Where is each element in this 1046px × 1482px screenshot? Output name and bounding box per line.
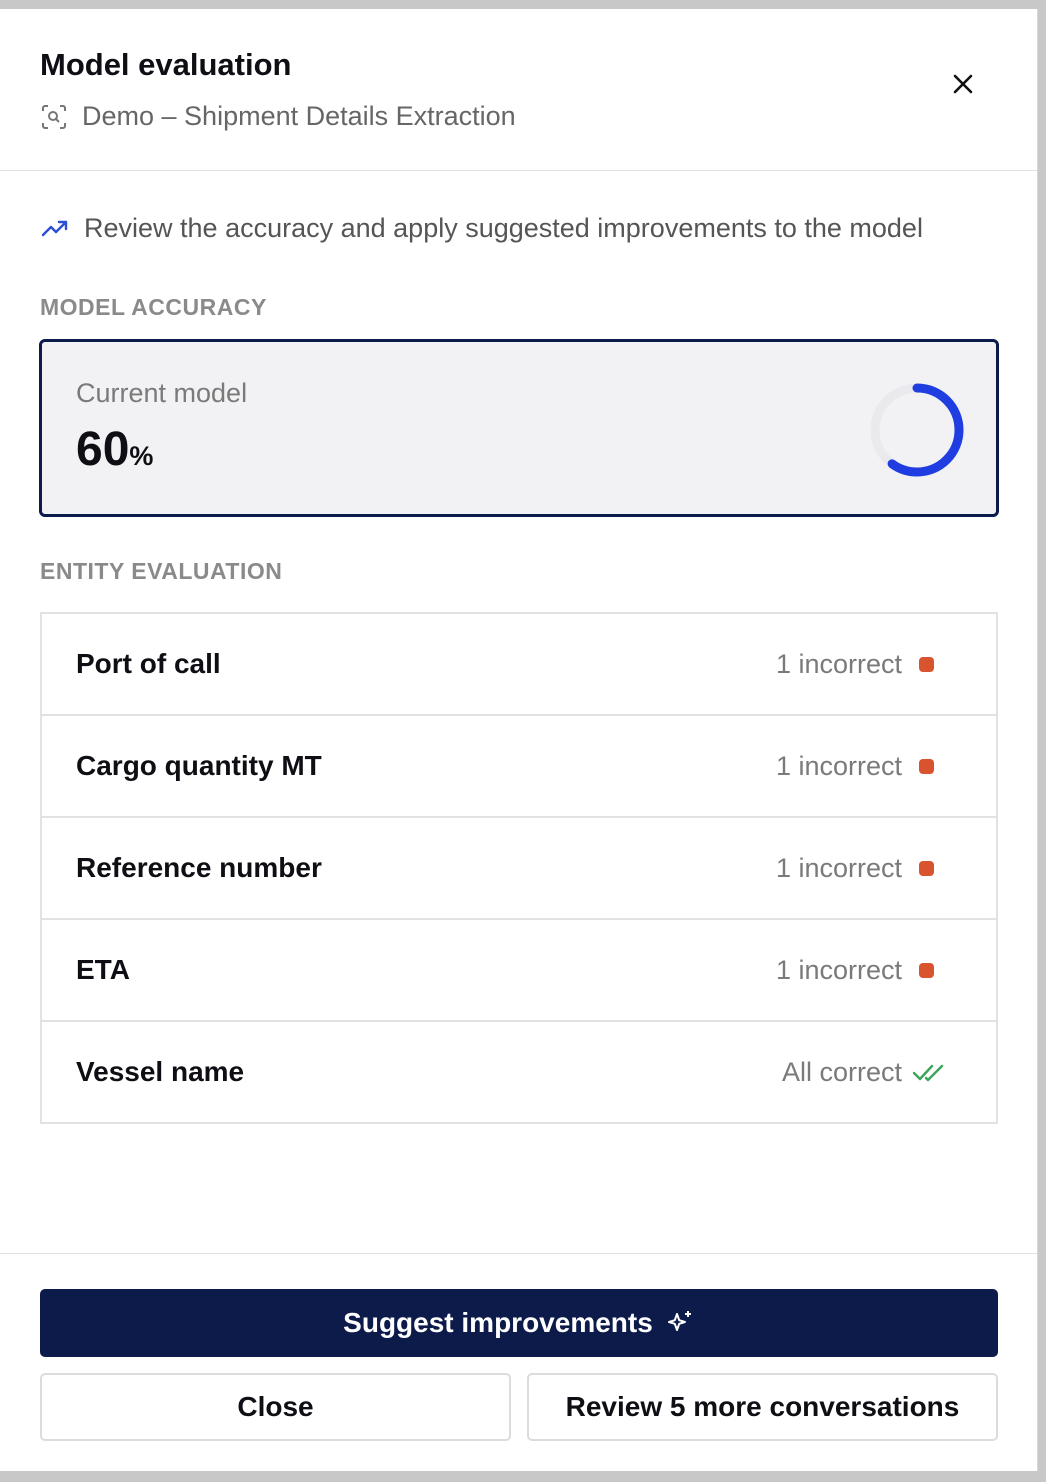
incorrect-status-dot: [919, 861, 934, 876]
close-button[interactable]: Close: [40, 1373, 511, 1441]
entity-status: 1 incorrect: [775, 751, 902, 781]
scan-search-icon: [42, 104, 66, 129]
entity-name: Vessel name: [76, 1056, 245, 1087]
entity-status: All correct: [781, 1057, 902, 1087]
panel-header: Model evaluation Demo – Shipment Details…: [0, 9, 1037, 171]
current-model-caption: Current model: [76, 378, 248, 408]
entity-evaluation-table: Port of call 1 incorrect Cargo quantity MT…: [40, 612, 998, 1124]
accuracy-progress-ring: [870, 383, 964, 477]
tip-text: Review the accuracy and apply suggested …: [84, 213, 923, 243]
current-model-card[interactable]: Current model 60%: [39, 339, 999, 517]
entity-name: Cargo quantity MT: [76, 750, 322, 781]
suggest-improvements-button[interactable]: Suggest improvements: [40, 1289, 998, 1357]
accuracy-value: 60%: [76, 422, 153, 477]
entity-row[interactable]: Vessel name All correct: [42, 1022, 996, 1122]
entity-status: 1 incorrect: [775, 955, 902, 985]
close-icon[interactable]: [946, 67, 980, 101]
model-evaluation-panel: Model evaluation Demo – Shipment Details…: [0, 9, 1038, 1471]
entity-row[interactable]: Reference number 1 incorrect: [42, 818, 996, 920]
entity-name: ETA: [76, 954, 130, 985]
incorrect-status-dot: [919, 657, 934, 672]
entity-row[interactable]: Port of call 1 incorrect: [42, 614, 996, 716]
entity-status: 1 incorrect: [775, 649, 902, 679]
review-more-button[interactable]: Review 5 more conversations: [527, 1373, 998, 1441]
suggest-improvements-label: Suggest improvements: [343, 1307, 653, 1338]
entity-evaluation-label: ENTITY EVALUATION: [40, 558, 283, 584]
info-tip: Review the accuracy and apply suggested …: [40, 213, 923, 244]
incorrect-status-dot: [919, 963, 934, 978]
sparkles-icon: [667, 1311, 691, 1331]
model-accuracy-label: MODEL ACCURACY: [40, 294, 267, 320]
accuracy-number: 60: [76, 423, 130, 476]
entity-name: Port of call: [76, 648, 221, 679]
trending-up-icon: [41, 220, 68, 236]
entity-status: 1 incorrect: [775, 853, 902, 883]
accuracy-unit: %: [129, 441, 154, 471]
entity-row[interactable]: ETA 1 incorrect: [42, 920, 996, 1022]
entity-row[interactable]: Cargo quantity MT 1 incorrect: [42, 716, 996, 818]
page-title: Model evaluation: [40, 47, 292, 82]
incorrect-status-dot: [919, 759, 934, 774]
entity-name: Reference number: [76, 852, 322, 883]
double-check-icon: [912, 1064, 944, 1082]
panel-footer: Suggest improvements Close Review 5 more…: [0, 1253, 1037, 1471]
subtitle: Demo – Shipment Details Extraction: [40, 101, 516, 132]
subtitle-text: Demo – Shipment Details Extraction: [82, 101, 516, 131]
